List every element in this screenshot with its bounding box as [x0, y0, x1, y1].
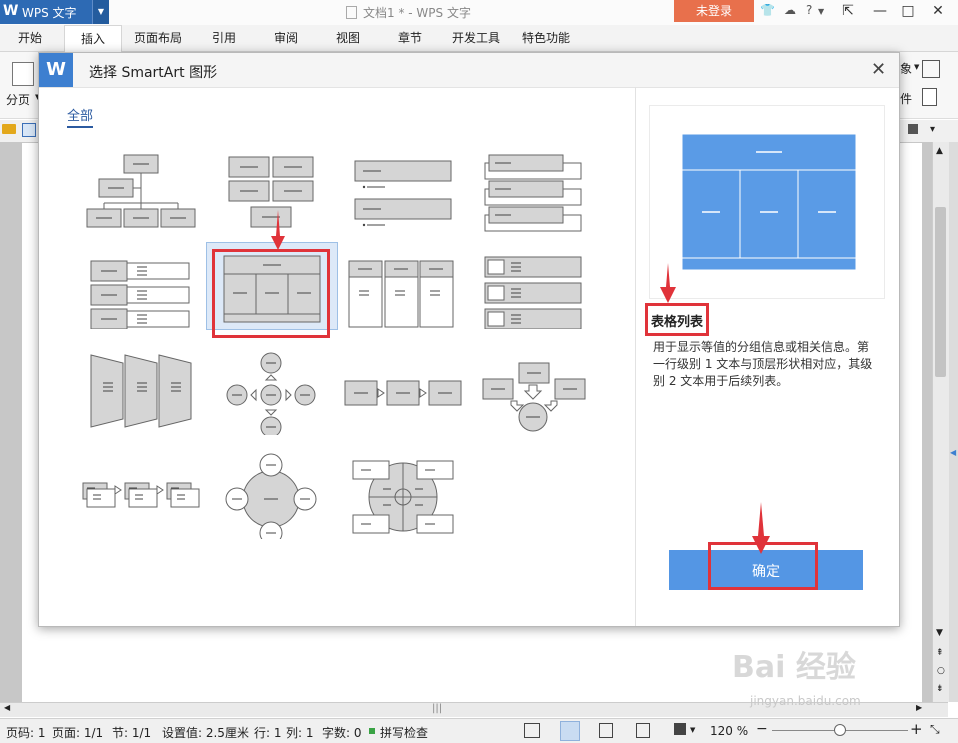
baidu-watermark: Bai 经验	[732, 650, 856, 685]
title-bar	[0, 0, 958, 26]
web-view-icon[interactable]	[636, 723, 650, 738]
wps-logo-icon: W	[3, 3, 19, 19]
dialog-title: 选择 SmartArt 图形	[89, 65, 218, 81]
scroll-right-icon[interactable]: ▶	[916, 703, 922, 712]
smartart-thumb-converging-arrows[interactable]	[471, 349, 601, 435]
status-word-count: 字数: 0	[322, 726, 362, 740]
save-icon[interactable]	[22, 123, 36, 137]
document-title-text: 文档1 * - WPS 文字	[363, 6, 471, 20]
chevron-down-icon[interactable]: ▼	[92, 0, 109, 24]
status-row: 行: 1	[254, 726, 282, 740]
tab-page-layout[interactable]: 页面布局	[128, 25, 188, 51]
tab-home[interactable]: 开始	[10, 25, 50, 51]
tab-insert[interactable]: 插入	[64, 25, 122, 53]
highlight-box-thumbnail	[212, 249, 330, 338]
status-section: 节: 1/1	[112, 726, 152, 740]
zoom-level[interactable]: 120 %	[710, 724, 748, 738]
minimize-button[interactable]: —	[866, 0, 894, 22]
ribbon-partial-label: 件	[900, 92, 913, 106]
open-folder-icon[interactable]	[2, 124, 16, 134]
feedback-icon[interactable]: ☁	[784, 3, 796, 17]
smartart-thumb-vertical-bullet-list[interactable]	[339, 149, 469, 235]
help-icon[interactable]: ?	[806, 3, 812, 17]
document-object-icon[interactable]	[922, 88, 937, 106]
spell-check-button[interactable]: 拼写检查	[380, 724, 428, 741]
scroll-left-icon[interactable]: ◀	[4, 703, 10, 712]
tab-chapter[interactable]: 章节	[390, 25, 430, 51]
smartart-thumb-radial-cycle[interactable]	[207, 349, 337, 435]
calendar-icon[interactable]	[922, 60, 940, 78]
tab-developer[interactable]: 开发工具	[446, 25, 506, 51]
ribbon-tabs: 开始 插入 页面布局 引用 审阅 视图 章节 开发工具 特色功能	[0, 25, 958, 53]
page-view-icon[interactable]	[560, 721, 580, 741]
restore-ribbon-icon[interactable]: ⇱	[834, 0, 862, 22]
smartart-thumb-continuous-block-process[interactable]	[75, 453, 205, 539]
maximize-button[interactable]: □	[894, 0, 922, 22]
document-title: 文档1 * - WPS 文字	[346, 4, 471, 21]
scroll-up-icon[interactable]: ▲	[936, 146, 943, 156]
smartart-thumb-organization-chart[interactable]	[75, 149, 205, 235]
tab-review[interactable]: 审阅	[266, 25, 306, 51]
status-setting-value: 设置值: 2.5厘米	[162, 726, 249, 740]
full-screen-view-icon[interactable]	[524, 723, 540, 738]
smartart-thumb-trapezoid-list[interactable]	[75, 349, 205, 435]
browse-object-icon[interactable]: ○	[937, 666, 945, 676]
smartart-thumb-basic-radial[interactable]	[207, 453, 337, 539]
help-dropdown-icon[interactable]: ▼	[818, 7, 824, 16]
smartart-thumb-vertical-box-list[interactable]	[339, 243, 469, 329]
smartart-thumb-basic-process[interactable]	[339, 349, 469, 435]
scroll-down-icon[interactable]: ▼	[936, 628, 943, 638]
reading-mode-icon[interactable]	[674, 723, 686, 735]
close-window-button[interactable]: ✕	[924, 0, 952, 22]
vertical-scroll-thumb[interactable]	[935, 207, 946, 377]
baidu-watermark-url: jingyan.baidu.com	[750, 694, 861, 708]
dialog-divider	[635, 87, 636, 626]
annotation-arrow-icon	[660, 263, 676, 303]
ribbon-partial-label: 象	[900, 62, 913, 76]
document-icon	[346, 6, 357, 19]
chevron-down-icon[interactable]: ▼	[690, 726, 695, 734]
annotation-arrow-icon	[752, 502, 770, 554]
smartart-thumb-cycle-matrix[interactable]	[339, 453, 469, 539]
tab-references[interactable]: 引用	[204, 25, 244, 51]
smartart-preview	[649, 105, 885, 299]
tab-view[interactable]: 视图	[328, 25, 368, 51]
fit-page-icon[interactable]: ⤡	[930, 722, 940, 737]
zoom-in-icon[interactable]: +	[910, 720, 923, 738]
skin-icon[interactable]: 👕	[760, 3, 775, 17]
toolbar-icon[interactable]	[908, 124, 918, 134]
page-break-icon[interactable]	[12, 62, 34, 86]
smartart-description: 用于显示等值的分组信息或相关信息。第一行级别 1 文本与顶层形状相对应，其级别 …	[653, 340, 873, 388]
chevron-down-icon[interactable]: ▼	[914, 63, 919, 71]
app-name: WPS 文字	[22, 6, 77, 20]
app-menu-button[interactable]: W WPS 文字 ▼	[0, 0, 109, 24]
close-icon[interactable]: ✕	[871, 59, 886, 80]
smartart-thumb-picture-list[interactable]	[471, 243, 601, 329]
highlight-box-name	[645, 303, 709, 336]
previous-page-icon[interactable]: ⇞	[936, 648, 944, 658]
status-column: 列: 1	[286, 726, 314, 740]
zoom-slider-thumb[interactable]	[834, 724, 846, 736]
smartart-thumb-horizontal-bullet-list[interactable]	[75, 243, 205, 329]
next-page-icon[interactable]: ⇟	[936, 684, 944, 694]
side-panel-strip[interactable]	[949, 142, 958, 702]
side-panel-expand-icon[interactable]: ◀	[950, 448, 956, 457]
login-button[interactable]: 未登录	[674, 0, 754, 22]
tab-features[interactable]: 特色功能	[516, 25, 576, 51]
annotation-arrow-icon	[271, 210, 285, 250]
spell-check-status-icon	[369, 728, 375, 734]
wps-logo-icon: W	[39, 53, 73, 87]
horizontal-scroll-grip-icon[interactable]: |||	[432, 703, 442, 714]
status-page-number: 页码: 1	[6, 726, 46, 740]
zoom-out-icon[interactable]: −	[756, 721, 768, 737]
status-pages: 页面: 1/1	[52, 726, 104, 740]
page-break-label[interactable]: 分页	[6, 91, 30, 108]
smartart-thumb-stacked-list[interactable]	[471, 149, 601, 235]
status-bar: 页码: 1 页面: 1/1 节: 1/1 设置值: 2.5厘米 行: 1 列: …	[0, 718, 958, 743]
toolbar-dropdown-icon[interactable]: ▾	[930, 124, 935, 135]
category-tab-all[interactable]: 全部	[67, 105, 94, 128]
outline-view-icon[interactable]	[599, 723, 613, 738]
